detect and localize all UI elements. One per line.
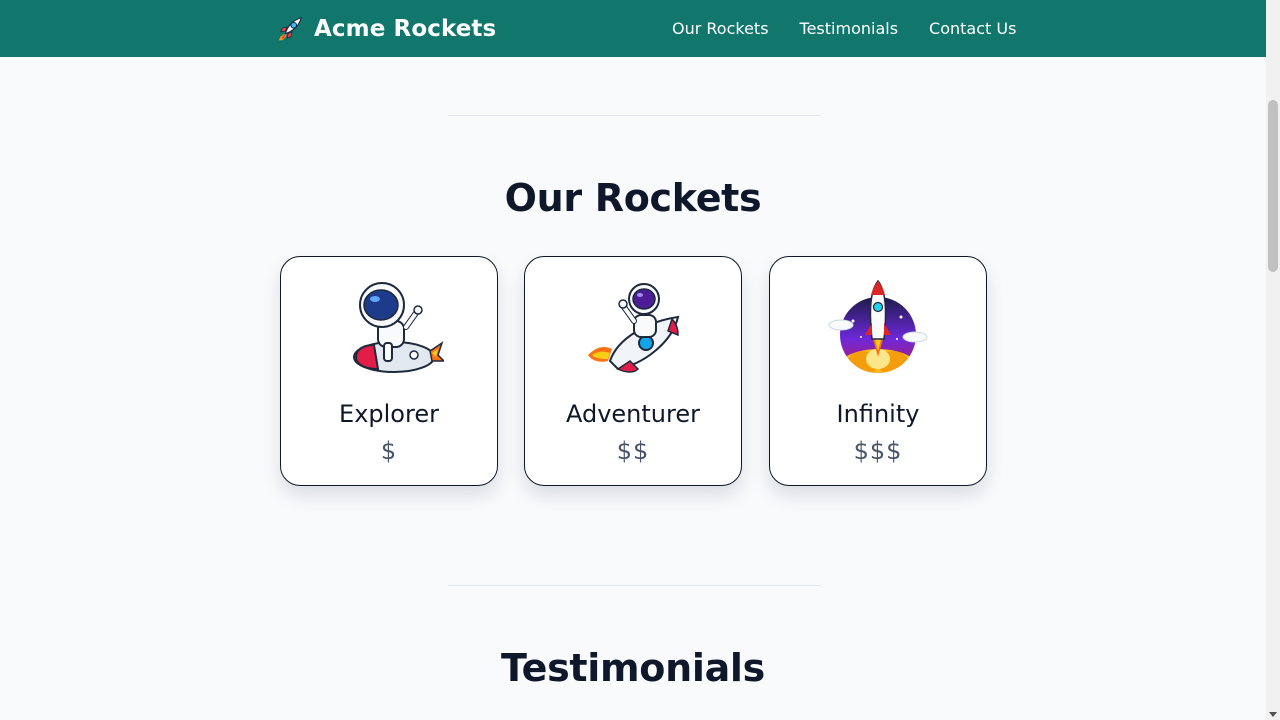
rocket-name: Adventurer [565, 400, 700, 428]
section-divider [448, 585, 821, 586]
rocket-price: $$ [616, 437, 650, 465]
scrollbar-thumb[interactable] [1268, 100, 1278, 272]
vertical-scrollbar[interactable] [1266, 0, 1280, 720]
astronaut-riding-rocket-image [334, 277, 444, 381]
section-title-our-rockets: Our Rockets [504, 176, 762, 220]
brand-name: Acme Rockets [314, 16, 497, 42]
nav-link-our-rockets[interactable]: Our Rockets [672, 19, 769, 39]
rocket-card-explorer[interactable]: Explorer $ [280, 256, 498, 486]
section-divider [448, 115, 821, 116]
nav-link-testimonials[interactable]: Testimonials [800, 19, 899, 39]
rocket-launch-image [823, 277, 933, 381]
astronaut-waving-on-rocket-image [578, 277, 688, 381]
rocket-card-infinity[interactable]: Infinity $$$ [769, 256, 987, 486]
navbar: Acme Rockets Our Rockets Testimonials Co… [0, 0, 1266, 57]
rocket-price: $ [380, 437, 398, 465]
nav-link-contact-us[interactable]: Contact Us [929, 19, 1016, 39]
page: Acme Rockets Our Rockets Testimonials Co… [0, 0, 1266, 720]
rocket-icon [275, 14, 305, 44]
rocket-name: Infinity [836, 400, 920, 428]
brand-link[interactable]: Acme Rockets [275, 12, 496, 46]
section-title-testimonials: Testimonials [501, 646, 765, 690]
nav-links: Our Rockets Testimonials Contact Us [672, 19, 1016, 39]
rocket-name: Explorer [339, 400, 439, 428]
scroll-down-arrow-icon[interactable] [1269, 712, 1277, 717]
rocket-price: $$$ [853, 437, 903, 465]
rocket-card-adventurer[interactable]: Adventurer $$ [524, 256, 742, 486]
